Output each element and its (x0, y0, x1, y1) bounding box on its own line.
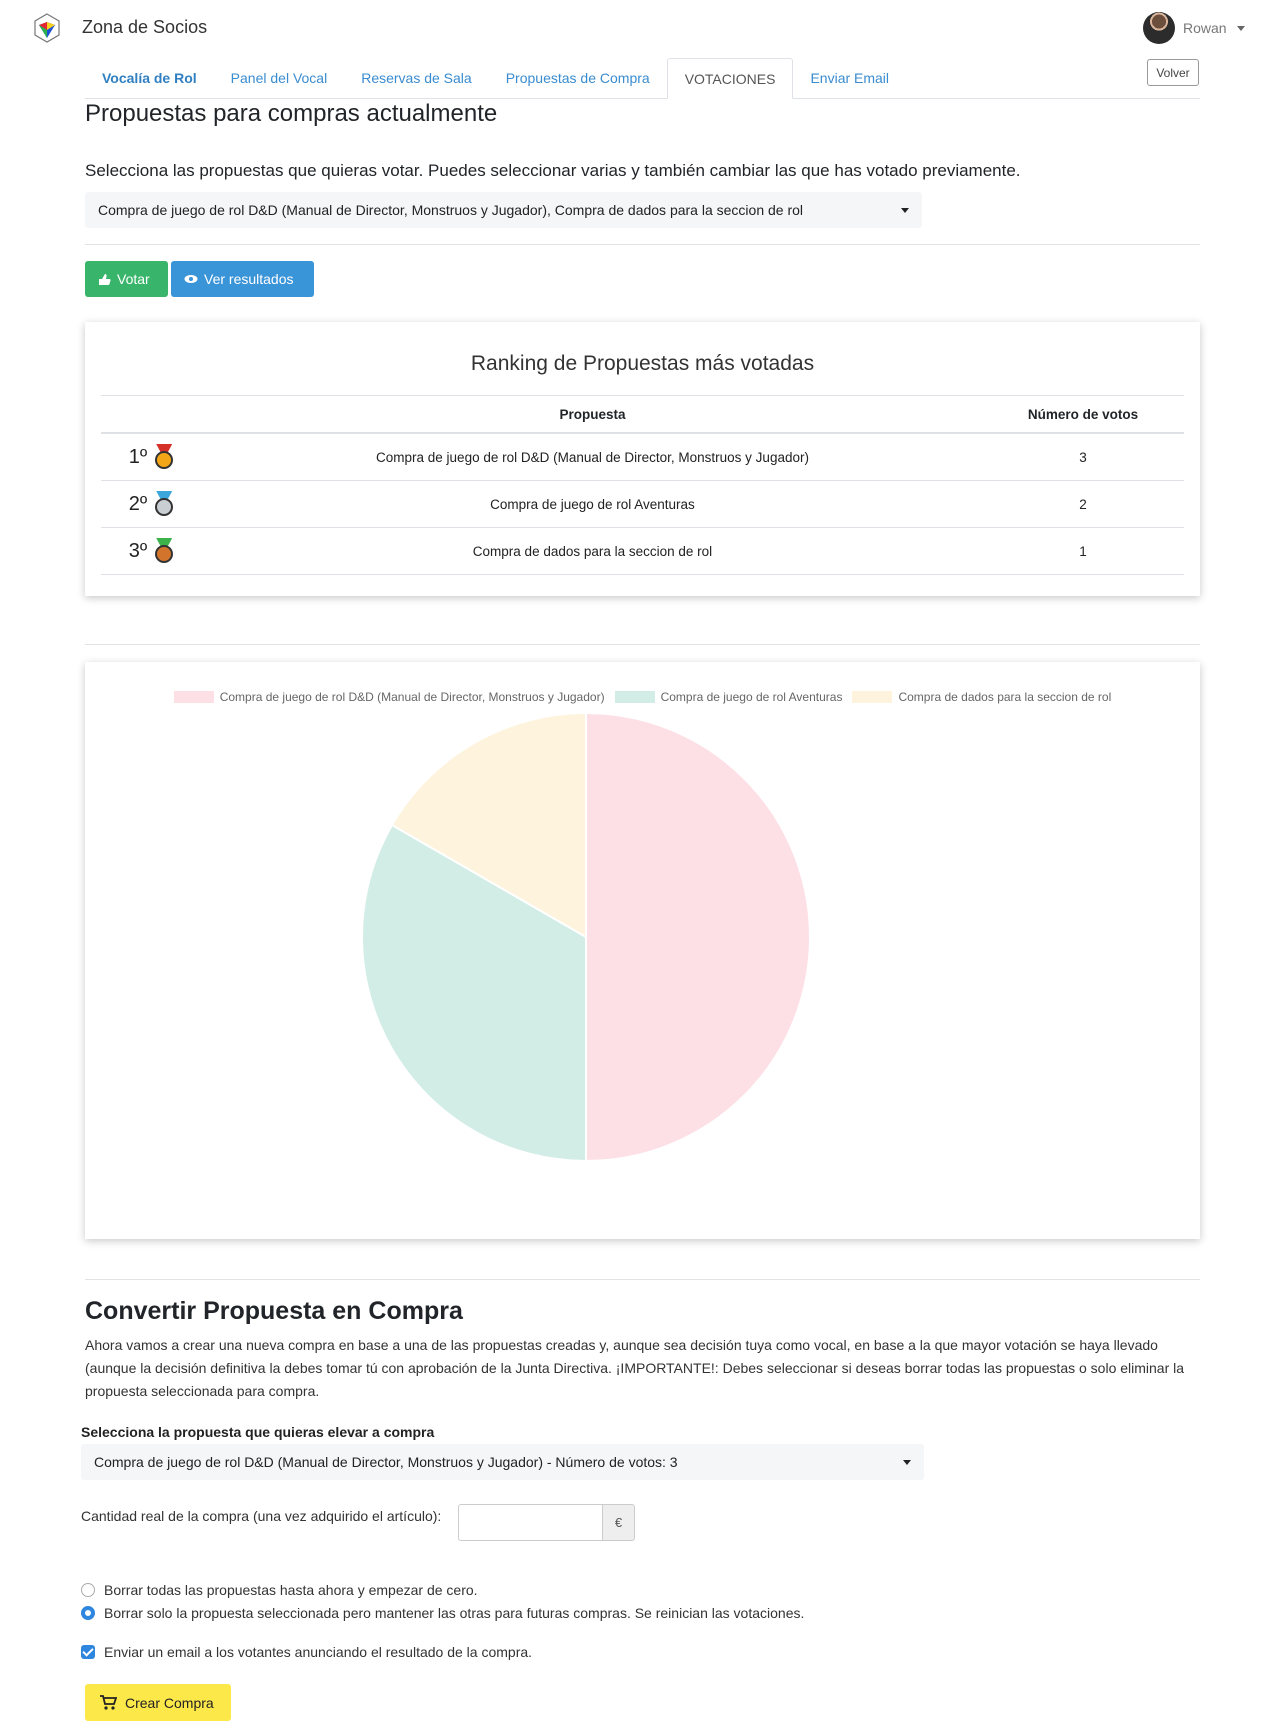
radio-button[interactable] (81, 1583, 95, 1597)
volver-button[interactable]: Volver (1147, 59, 1199, 86)
table-row: 2º Compra de juego de rol Aventuras 2 (101, 480, 1184, 528)
bronze-medal-icon (153, 538, 175, 564)
eye-icon (184, 275, 198, 283)
rank-votes: 1 (982, 527, 1184, 575)
tab-propuestas-de-compra[interactable]: Propuestas de Compra (489, 58, 667, 98)
proposals-multiselect-value: Compra de juego de rol D&D (Manual de Di… (98, 202, 804, 218)
brand-title[interactable]: Zona de Socios (82, 17, 207, 38)
vote-button[interactable]: Votar (85, 261, 168, 297)
vote-hand-icon (99, 273, 111, 285)
radio-delete-selected-label: Borrar solo la propuesta seleccionada pe… (104, 1605, 805, 1621)
votes-chart-card: Compra de juego de rol D&D (Manual de Di… (85, 662, 1200, 1239)
col-position (101, 395, 203, 434)
ranking-header-row: Propuesta Número de votos (101, 395, 1184, 434)
vote-button-label: Votar (117, 271, 150, 287)
gold-medal-icon (153, 444, 175, 470)
radio-delete-all[interactable]: Borrar todas las propuestas hasta ahora … (81, 1582, 478, 1598)
silver-medal-icon (153, 491, 175, 517)
chevron-down-icon (1236, 25, 1245, 31)
app-logo-icon[interactable] (33, 12, 61, 44)
rank-votes: 3 (982, 433, 1184, 481)
view-results-label: Ver resultados (204, 271, 294, 287)
create-purchase-label: Crear Compra (125, 1694, 214, 1711)
proposals-multiselect[interactable]: Compra de juego de rol D&D (Manual de Di… (85, 192, 922, 228)
nav-tabs: Vocalía de Rol Panel del Vocal Reservas … (85, 58, 1200, 99)
checkbox[interactable] (81, 1645, 95, 1659)
convert-section-title: Convertir Propuesta en Compra (85, 1297, 463, 1325)
amount-label: Cantidad real de la compra (una vez adqu… (81, 1508, 442, 1524)
ranking-card: Ranking de Propuestas más votadas Propue… (85, 322, 1200, 596)
tab-enviar-email[interactable]: Enviar Email (793, 58, 906, 98)
user-name: Rowan (1183, 20, 1227, 36)
user-menu[interactable]: Rowan (1143, 12, 1245, 44)
proposal-select[interactable]: Compra de juego de rol D&D (Manual de Di… (81, 1444, 924, 1480)
chevron-down-icon (903, 1460, 911, 1465)
divider (85, 644, 1200, 645)
divider (85, 1279, 1200, 1280)
rank-proposal: Compra de dados para la seccion de rol (203, 527, 982, 575)
amount-input[interactable] (458, 1504, 603, 1541)
avatar (1143, 12, 1175, 44)
email-voters-label: Enviar un email a los votantes anunciand… (104, 1644, 533, 1660)
rank-position: 3º (128, 539, 148, 562)
col-proposal: Propuesta (203, 395, 982, 434)
chevron-down-icon (901, 208, 909, 213)
rank-position: 2º (128, 492, 148, 515)
rank-votes: 2 (982, 480, 1184, 528)
rank-proposal: Compra de juego de rol Aventuras (203, 480, 982, 528)
ranking-table: Propuesta Número de votos 1º Compra de j… (101, 395, 1184, 575)
col-votes: Número de votos (982, 395, 1184, 434)
radio-button[interactable] (81, 1606, 95, 1620)
page-title: Propuestas para compras actualmente (85, 100, 498, 127)
create-purchase-button[interactable]: Crear Compra (85, 1684, 231, 1721)
table-row: 1º Compra de juego de rol D&D (Manual de… (101, 433, 1184, 481)
tab-vocalia-de-rol[interactable]: Vocalía de Rol (85, 58, 214, 98)
pie-slice[interactable] (585, 711, 811, 1163)
tab-votaciones[interactable]: VOTACIONES (666, 58, 794, 99)
votes-pie-chart (361, 711, 811, 1163)
radio-delete-selected[interactable]: Borrar solo la propuesta seleccionada pe… (81, 1605, 804, 1621)
view-results-button[interactable]: Ver resultados (171, 261, 314, 297)
rank-position: 1º (128, 445, 148, 468)
rank-proposal: Compra de juego de rol D&D (Manual de Di… (203, 433, 982, 481)
tab-reservas-de-sala[interactable]: Reservas de Sala (344, 58, 489, 98)
table-row: 3º Compra de dados para la seccion de ro… (101, 527, 1184, 575)
proposal-select-value: Compra de juego de rol D&D (Manual de Di… (94, 1454, 678, 1470)
vote-instructions: Selecciona las propuestas que quieras vo… (85, 161, 1021, 180)
tab-panel-del-vocal[interactable]: Panel del Vocal (214, 58, 345, 98)
shopping-cart-icon (100, 1695, 117, 1710)
convert-description: Ahora vamos a crear una nueva compra en … (85, 1337, 1185, 1399)
radio-delete-all-label: Borrar todas las propuestas hasta ahora … (104, 1582, 478, 1598)
currency-addon: € (602, 1504, 635, 1541)
proposal-select-label: Selecciona la propuesta que quieras elev… (81, 1424, 435, 1440)
email-voters-checkbox[interactable]: Enviar un email a los votantes anunciand… (81, 1644, 532, 1660)
divider (85, 244, 1200, 245)
ranking-title: Ranking de Propuestas más votadas (470, 352, 815, 375)
